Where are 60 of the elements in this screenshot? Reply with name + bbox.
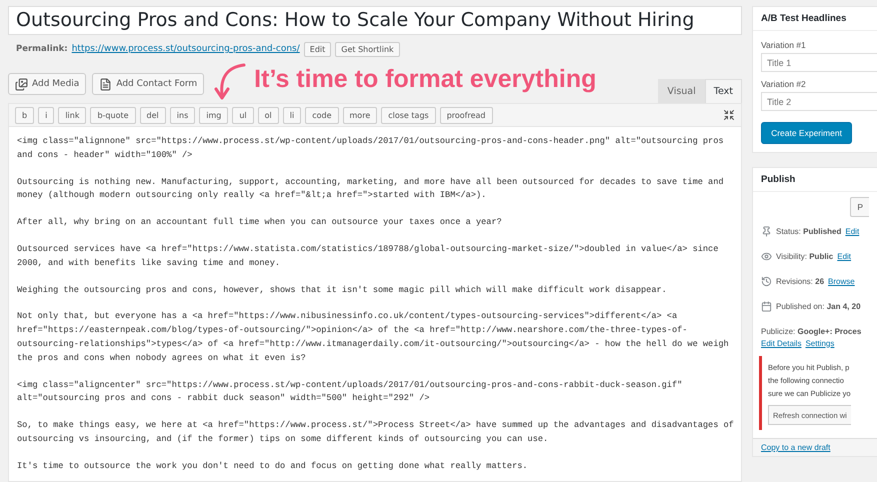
status-icon bbox=[761, 226, 772, 236]
editor-tab[interactable]: Visual bbox=[658, 79, 705, 103]
quicktag-button[interactable]: more bbox=[342, 106, 378, 124]
quicktag-button[interactable]: ol bbox=[258, 106, 279, 124]
variation-label: Variation #1 bbox=[761, 40, 807, 50]
date-icon bbox=[761, 300, 772, 312]
panel-title: A/B Test Headlines bbox=[753, 7, 877, 31]
fullscreen-icon[interactable] bbox=[723, 109, 735, 121]
editor-paragraph: Not only that, but everyone has a <a href="https://www.nibusinessinfo.co.uk/content/types-outsourcing-services">different</a> <a href="https://easternpeak.com/blog/types-of-outsourcing/">opinion</a> of the <a href="http://www.nearshore.com/the-three-types-of- outsourcing-relationships">types</a> of <a href="http://www.itmanagerdaily.com/it-outsourcing/">outsourcing</a> - how the hell do we weigh the pros and cons when nobody agrees on what it even is? bbox=[17, 310, 730, 365]
create-experiment-button[interactable]: Create Experiment bbox=[761, 122, 852, 144]
permalink-label: Permalink: bbox=[16, 44, 68, 54]
text-editor[interactable] bbox=[8, 127, 742, 482]
quicktag-button[interactable]: b-quote bbox=[90, 106, 136, 124]
editor-paragraph: Outsourcing is nothing new. Manufacturing, support, accounting, marketing, and more have all been outsourced for decades to save time and money (although modern outsourcing only really <a href="&lt;a href=">started with IBM</a>). bbox=[17, 176, 725, 202]
revisions-icon bbox=[761, 276, 772, 286]
meta-text: Published on: Jan 4, 20 bbox=[776, 302, 861, 310]
variation-input[interactable]: Title 1 bbox=[761, 53, 877, 72]
editor-paragraph: Weighing the outsourcing pros and cons, however, shows that it isn't some magic pill which will make difficult work disappear. bbox=[17, 284, 668, 297]
quicktag-button[interactable]: img bbox=[199, 106, 228, 124]
preview-button[interactable]: P bbox=[850, 197, 869, 217]
variation-label: Variation #2 bbox=[761, 79, 807, 89]
meta-link[interactable]: Edit bbox=[837, 252, 852, 260]
meta-link[interactable]: Edit bbox=[845, 226, 860, 236]
quicktag-button[interactable]: close tags bbox=[381, 106, 436, 124]
quicktag-button[interactable]: ins bbox=[170, 106, 196, 124]
permalink-button[interactable]: Get Shortlink bbox=[335, 42, 400, 56]
quicktag-button[interactable]: ul bbox=[232, 106, 254, 124]
quicktag-button[interactable]: link bbox=[58, 106, 86, 124]
media-button[interactable]: Add Media bbox=[8, 73, 86, 95]
annotation-text: It’s time to format everything bbox=[254, 65, 596, 94]
form-icon bbox=[99, 78, 112, 90]
publicize-text: Publicize: Google+: Proces bbox=[761, 326, 862, 336]
quicktag-button[interactable]: b bbox=[15, 106, 34, 124]
editor-paragraph: <img class="aligncenter" src="https://www.process.st/wp-content/uploads/2017/01/outsourcing-pros-and-cons-rabbit-duck-season.gif" alt="outsourcing pros and cons - rabbit duck season" width="500" height="292" /> bbox=[17, 378, 684, 406]
quicktag-button[interactable]: proofread bbox=[440, 106, 492, 124]
quicktag-button[interactable]: i bbox=[38, 106, 54, 124]
editor-paragraph: It's time to outsource the work you don't need to do and focus on getting done what really matters. bbox=[17, 460, 529, 473]
panel-title: Publish bbox=[753, 168, 877, 192]
variation-input[interactable]: Title 2 bbox=[761, 92, 877, 111]
editor-paragraph: So, to make things easy, we here at <a href="https://www.process.st/">Process Street</a> have summed up the advantages and disadvantages of outsourcing vs insourcing, and (if the former) tips on some different kinds of outsourcing you can use. bbox=[17, 419, 733, 446]
visibility-icon bbox=[761, 250, 772, 262]
quicktag-button[interactable]: del bbox=[140, 106, 166, 124]
meta-text: Revisions: 26 bbox=[776, 276, 824, 286]
images-icon bbox=[15, 78, 28, 90]
editor-paragraph: <img class="alignnone" src="https://www.process.st/wp-content/uploads/2017/01/outsourcing-pros-and-cons-header.png" alt="outsourcing pros and cons - header" width="100%" /> bbox=[17, 135, 725, 162]
publicize-link[interactable]: Edit Details bbox=[761, 338, 802, 348]
media-button[interactable]: Add Contact Form bbox=[92, 73, 204, 95]
editor-paragraph: After all, why bring on an accountant full time when you can outsource your taxes once a year? bbox=[17, 216, 503, 230]
meta-text: Status: Published bbox=[776, 226, 842, 236]
quicktag-button[interactable]: code bbox=[305, 106, 339, 124]
post-title-field[interactable]: Outsourcing Pros and Cons: How to Scale Your Company Without Hiring bbox=[8, 6, 742, 35]
editor-paragraph: Outsourced services have <a href="https://www.statista.com/statistics/189788/global-outsourcing-market-size/">doubled in value</a> since 2000, and with benefits like saving time and money. bbox=[17, 242, 720, 270]
permalink-button[interactable]: Edit bbox=[304, 42, 332, 56]
editor-tab[interactable]: Text bbox=[704, 79, 742, 103]
meta-link[interactable]: Browse bbox=[828, 276, 855, 286]
quicktag-button[interactable]: li bbox=[282, 106, 302, 124]
arrow-drawing bbox=[214, 61, 248, 101]
permalink-link[interactable]: https://www.process.st/outsourcing-pros-and-cons/ bbox=[72, 44, 300, 54]
meta-text: Visibility: Public bbox=[776, 252, 834, 260]
publicize-link[interactable]: Settings bbox=[805, 338, 834, 348]
